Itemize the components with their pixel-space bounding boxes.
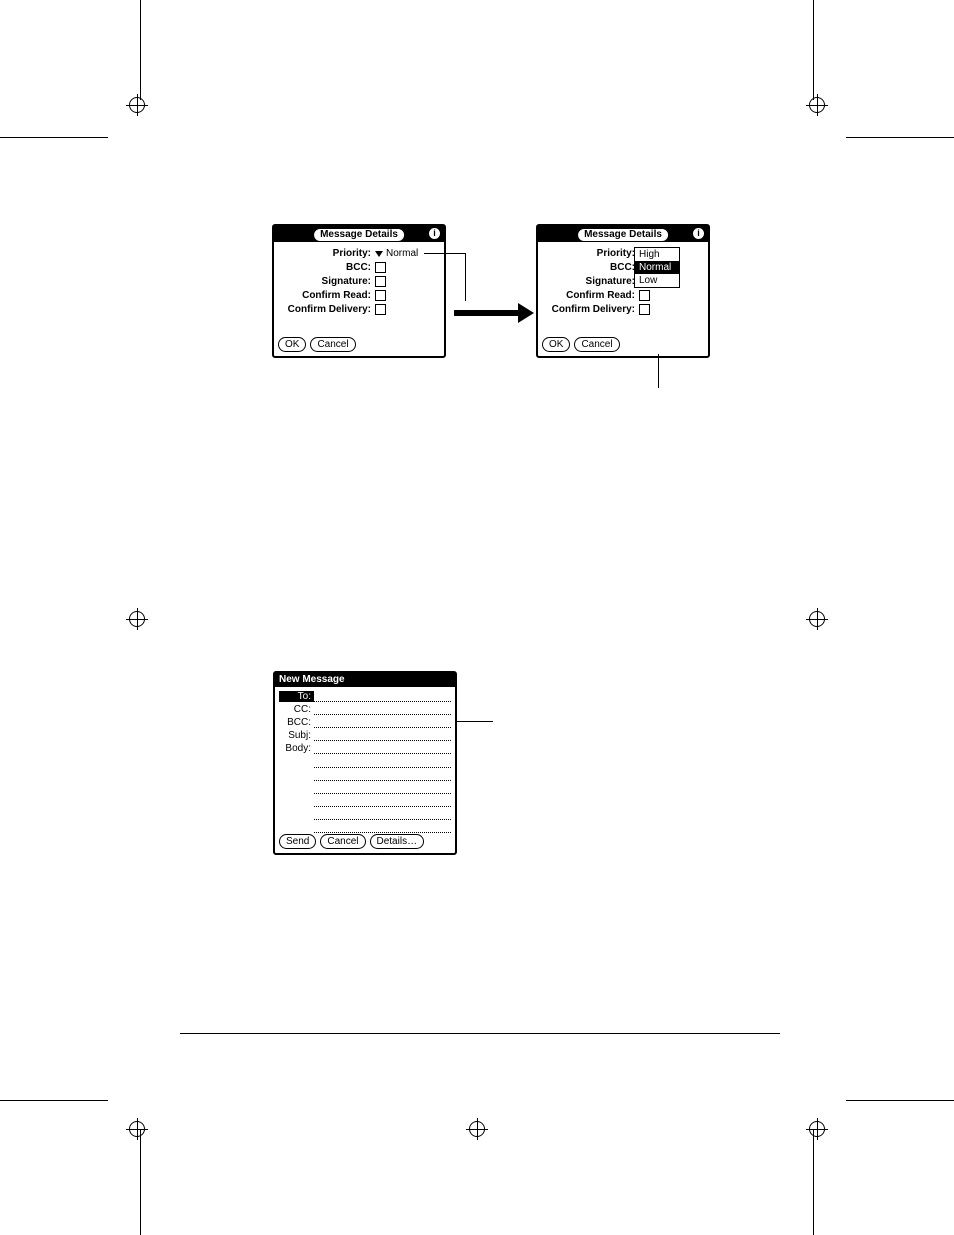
- priority-value: Normal: [386, 248, 418, 259]
- signature-label: Signature:: [279, 276, 375, 287]
- arrow-head-icon: [518, 303, 534, 323]
- dialog-title: Message Details: [577, 228, 669, 242]
- body-line[interactable]: [314, 794, 451, 807]
- to-field[interactable]: [314, 690, 451, 702]
- page: Message Details i Priority: Normal BCC: …: [0, 0, 954, 1235]
- confirm-read-label: Confirm Read:: [543, 290, 639, 301]
- cc-field[interactable]: [314, 703, 451, 715]
- registration-mark-icon: [466, 1118, 488, 1140]
- registration-mark-icon: [126, 94, 148, 116]
- message-fields: To: CC: BCC: Subj: Body:: [275, 687, 455, 855]
- crop-mark: [0, 137, 108, 138]
- dialog-titlebar: Message Details i: [274, 226, 444, 242]
- dialog-title: New Message: [275, 673, 349, 687]
- crop-mark: [0, 1100, 108, 1101]
- ok-button[interactable]: OK: [542, 337, 570, 352]
- body-line[interactable]: [314, 781, 451, 794]
- confirm-read-checkbox[interactable]: [639, 290, 650, 301]
- callout-line: [455, 721, 493, 722]
- confirm-read-checkbox[interactable]: [375, 290, 386, 301]
- dialog-body: Priority: BCC: Signature: Confirm Read: …: [538, 242, 708, 326]
- details-button[interactable]: Details…: [370, 834, 425, 849]
- dialog-titlebar: Message Details i: [538, 226, 708, 242]
- confirm-delivery-checkbox[interactable]: [639, 304, 650, 315]
- bcc-label: BCC:: [543, 262, 639, 273]
- message-details-dialog: Message Details i Priority: Normal BCC: …: [272, 224, 446, 358]
- priority-popup[interactable]: High Normal Low: [634, 247, 680, 288]
- crop-mark: [140, 0, 141, 100]
- cancel-button[interactable]: Cancel: [310, 337, 355, 352]
- info-icon[interactable]: i: [693, 228, 704, 239]
- new-message-dialog: New Message To: CC: BCC: Subj: Body:: [273, 671, 457, 855]
- signature-checkbox[interactable]: [375, 276, 386, 287]
- ok-button[interactable]: OK: [278, 337, 306, 352]
- priority-picker[interactable]: Normal: [375, 248, 418, 259]
- crop-mark: [140, 1130, 141, 1235]
- registration-mark-icon: [806, 94, 828, 116]
- cancel-button[interactable]: Cancel: [574, 337, 619, 352]
- to-label[interactable]: To:: [279, 691, 314, 702]
- priority-option[interactable]: High: [635, 248, 679, 261]
- signature-label: Signature:: [543, 276, 639, 287]
- confirm-delivery-label: Confirm Delivery:: [279, 304, 375, 315]
- body-field[interactable]: [314, 742, 451, 754]
- bcc-label[interactable]: BCC:: [279, 717, 314, 728]
- divider: [180, 1033, 780, 1034]
- dropdown-icon: [375, 251, 383, 257]
- priority-label: Priority:: [543, 248, 639, 259]
- crop-mark: [846, 137, 954, 138]
- bcc-label: BCC:: [279, 262, 375, 273]
- subj-label[interactable]: Subj:: [279, 730, 314, 741]
- cancel-button[interactable]: Cancel: [320, 834, 365, 849]
- crop-mark: [813, 1130, 814, 1235]
- body-line[interactable]: [314, 807, 451, 820]
- dialog-title: Message Details: [313, 228, 405, 242]
- callout-line: [465, 253, 466, 301]
- crop-mark: [813, 0, 814, 100]
- bcc-field[interactable]: [314, 716, 451, 728]
- priority-label: Priority:: [279, 248, 375, 259]
- callout-line: [658, 354, 659, 388]
- body-line[interactable]: [314, 755, 451, 768]
- confirm-delivery-checkbox[interactable]: [375, 304, 386, 315]
- registration-mark-icon: [126, 608, 148, 630]
- dialog-body: Priority: Normal BCC: Signature: Confirm…: [274, 242, 444, 326]
- confirm-read-label: Confirm Read:: [279, 290, 375, 301]
- arrow-icon: [454, 310, 519, 316]
- dialog-titlebar: New Message: [275, 673, 455, 687]
- info-icon[interactable]: i: [429, 228, 440, 239]
- message-details-dialog-dropdown: Message Details i Priority: BCC: Signatu…: [536, 224, 710, 358]
- crop-mark: [846, 1100, 954, 1101]
- callout-line: [424, 253, 465, 254]
- body-line[interactable]: [314, 768, 451, 781]
- confirm-delivery-label: Confirm Delivery:: [543, 304, 639, 315]
- body-line[interactable]: [314, 820, 451, 833]
- body-label[interactable]: Body:: [279, 743, 314, 754]
- registration-mark-icon: [806, 1118, 828, 1140]
- subj-field[interactable]: [314, 729, 451, 741]
- cc-label[interactable]: CC:: [279, 704, 314, 715]
- send-button[interactable]: Send: [279, 834, 316, 849]
- bcc-checkbox[interactable]: [375, 262, 386, 273]
- registration-mark-icon: [806, 608, 828, 630]
- priority-option[interactable]: Low: [635, 274, 679, 287]
- registration-mark-icon: [126, 1118, 148, 1140]
- priority-option-selected[interactable]: Normal: [635, 261, 679, 274]
